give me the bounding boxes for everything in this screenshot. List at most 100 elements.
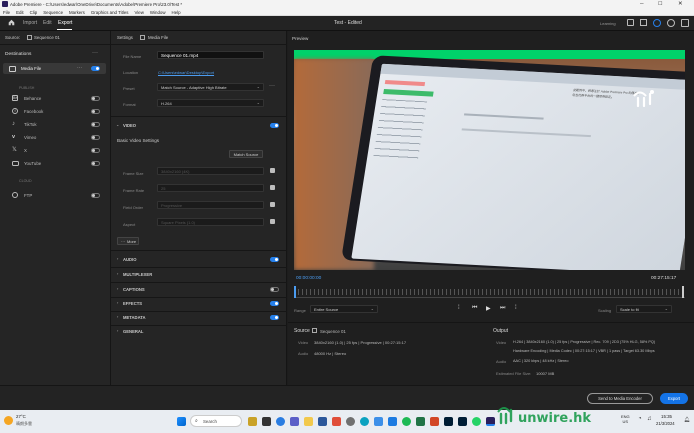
- preset-dropdown[interactable]: Match Source - Adaptive High Bitrate ⌄: [157, 83, 264, 91]
- field-order-dropdown[interactable]: Progressive: [157, 201, 264, 209]
- progress-icon[interactable]: [653, 19, 661, 27]
- chrome-icon[interactable]: [276, 417, 285, 426]
- menu-window[interactable]: Window: [150, 10, 166, 15]
- video-section-title[interactable]: VIDEO: [123, 123, 136, 128]
- lightroom-icon[interactable]: [458, 417, 467, 426]
- excel-icon[interactable]: [416, 417, 425, 426]
- preview-frame[interactable]: 此範例中，將專注於 Adobe Premiere Pro 的匯出，包含社群平台的…: [294, 50, 685, 270]
- vimeo-toggle[interactable]: [91, 135, 100, 140]
- menu-markers[interactable]: Markers: [69, 10, 85, 15]
- section-metadata[interactable]: › METADATA: [111, 313, 287, 322]
- behance-toggle[interactable]: [91, 96, 100, 101]
- language-indicator[interactable]: ENG US: [621, 414, 630, 424]
- aspect-dropdown[interactable]: Square Pixels (1.0): [157, 218, 264, 226]
- volume-icon[interactable]: ♫: [647, 416, 652, 422]
- mark-in-icon[interactable]: ⁞: [458, 305, 460, 311]
- cloud-ftp[interactable]: FTP: [0, 190, 111, 200]
- frame-rate-dropdown[interactable]: 25: [157, 184, 264, 192]
- menu-help[interactable]: Help: [172, 10, 181, 15]
- clock-date[interactable]: 21/3/2024: [656, 421, 675, 426]
- premiere-taskbar-icon[interactable]: [486, 417, 495, 426]
- section-multiplexer[interactable]: › MULTIPLEXER: [111, 270, 287, 279]
- preset-more-icon[interactable]: ···: [269, 83, 275, 89]
- captions-toggle[interactable]: [270, 286, 279, 292]
- weather-temp[interactable]: 27°C: [16, 414, 26, 419]
- menu-file[interactable]: File: [3, 10, 10, 15]
- panel-layout-icon[interactable]: [681, 19, 689, 27]
- mark-out-icon[interactable]: ⁞: [515, 305, 517, 311]
- section-captions[interactable]: › CAPTIONS: [111, 285, 287, 294]
- publish-x[interactable]: 𝕏 X: [0, 145, 111, 155]
- menu-sequence[interactable]: Sequence: [43, 10, 63, 15]
- play-icon[interactable]: ▶: [486, 305, 491, 312]
- playhead[interactable]: [294, 286, 296, 298]
- menu-clip[interactable]: Clip: [30, 10, 38, 15]
- tab-import[interactable]: Import: [23, 20, 37, 26]
- store-icon[interactable]: [374, 417, 383, 426]
- x-toggle[interactable]: [91, 148, 100, 153]
- menu-edit[interactable]: Edit: [16, 10, 24, 15]
- menu-graphics[interactable]: Graphics and Titles: [91, 10, 129, 15]
- destination-media-file[interactable]: Media File ···: [3, 63, 106, 74]
- format-dropdown[interactable]: H.264 ⌄: [157, 99, 264, 107]
- widgets-icon[interactable]: [248, 417, 257, 426]
- field-order-match-checkbox[interactable]: [270, 202, 275, 207]
- clock-time[interactable]: 15:35: [661, 414, 672, 419]
- facebook-toggle[interactable]: [91, 109, 100, 114]
- weather-icon[interactable]: [4, 416, 13, 425]
- match-source-button[interactable]: Match Source: [229, 150, 263, 158]
- tiktok-toggle[interactable]: [91, 122, 100, 127]
- file-explorer-icon[interactable]: [304, 417, 313, 426]
- scaling-dropdown[interactable]: Scale to fit ⌄: [616, 305, 672, 313]
- publish-behance[interactable]: Bē Behance: [0, 93, 111, 103]
- step-forward-icon[interactable]: ⏭: [500, 305, 505, 312]
- close-window-button[interactable]: ✕: [678, 1, 683, 7]
- taskbar-search-box[interactable]: ⌕ Search: [190, 415, 242, 427]
- photos-icon[interactable]: [332, 417, 341, 426]
- teams-icon[interactable]: [290, 417, 299, 426]
- frame-rate-match-checkbox[interactable]: [270, 185, 275, 190]
- section-general[interactable]: › GENERAL: [111, 327, 287, 336]
- publish-tiktok[interactable]: ♪ TikTok: [0, 119, 111, 129]
- publish-facebook[interactable]: f Facebook: [0, 106, 111, 116]
- minimize-button[interactable]: ─: [640, 1, 644, 7]
- workspace-label[interactable]: Learning: [600, 21, 616, 26]
- audio-toggle[interactable]: [270, 256, 279, 262]
- out-point-marker[interactable]: [682, 286, 684, 298]
- section-effects[interactable]: › EFFECTS: [111, 299, 287, 308]
- word-icon[interactable]: [318, 417, 327, 426]
- ftp-toggle[interactable]: [91, 193, 100, 198]
- quick-export-icon[interactable]: [627, 19, 634, 26]
- spotify-icon[interactable]: [402, 417, 411, 426]
- section-audio[interactable]: › AUDIO: [111, 255, 287, 264]
- file-name-input[interactable]: Sequence 01.mp4: [157, 51, 264, 59]
- video-toggle[interactable]: [270, 123, 279, 128]
- whatsapp-icon[interactable]: [472, 417, 481, 426]
- task-view-icon[interactable]: [262, 417, 271, 426]
- powerpoint-icon[interactable]: [430, 417, 439, 426]
- publish-vimeo[interactable]: v Vimeo: [0, 132, 111, 142]
- video-chevron-icon[interactable]: ⌄: [116, 122, 119, 127]
- tab-export[interactable]: Export: [58, 20, 72, 26]
- edge-icon[interactable]: [360, 417, 369, 426]
- home-icon[interactable]: [8, 19, 15, 26]
- more-options-icon[interactable]: ···: [92, 50, 98, 56]
- source-sequence-name[interactable]: Sequence 01: [34, 35, 60, 40]
- frame-size-dropdown[interactable]: 3840x2160 (4K): [157, 167, 264, 175]
- maximize-button[interactable]: ☐: [658, 1, 662, 7]
- time-start[interactable]: 00:00:00:00: [296, 276, 321, 281]
- range-dropdown[interactable]: Entire Source ⌄: [310, 305, 378, 313]
- photoshop-icon[interactable]: [444, 417, 453, 426]
- frame-size-match-checkbox[interactable]: [270, 168, 275, 173]
- tab-edit[interactable]: Edit: [43, 20, 52, 26]
- start-icon[interactable]: [177, 417, 186, 426]
- weather-desc[interactable]: 晴朗多雲: [16, 421, 32, 427]
- settings-app-icon[interactable]: [346, 417, 355, 426]
- metadata-toggle[interactable]: [270, 314, 279, 320]
- step-back-icon[interactable]: ⏮: [472, 305, 477, 312]
- fullscreen-icon[interactable]: [640, 19, 647, 26]
- effects-toggle[interactable]: [270, 300, 279, 306]
- location-link[interactable]: C:\Users\edwar\Desktop\Export: [158, 70, 214, 75]
- menu-view[interactable]: View: [134, 10, 143, 15]
- export-button[interactable]: Export: [660, 393, 688, 404]
